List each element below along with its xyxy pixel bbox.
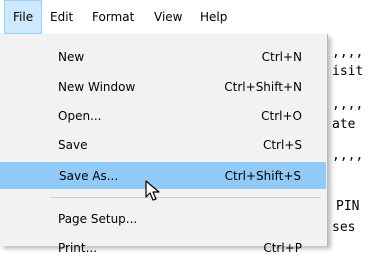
editor-line: ses [332, 220, 364, 235]
arrow-pointer-icon [145, 180, 160, 201]
menu-item-label: Save As... [59, 169, 119, 183]
menu-item-label: Open... [58, 109, 102, 123]
menu-item-shortcut: Ctrl+Shift+N [224, 80, 302, 94]
menu-item-label: Print... [58, 241, 98, 255]
menu-item-shortcut: Ctrl+O [261, 109, 302, 123]
menu-item-shortcut: Ctrl+N [261, 50, 302, 64]
menu-item-new-window[interactable]: New Window Ctrl+Shift+N [0, 74, 326, 101]
menu-help[interactable]: Help [192, 0, 235, 34]
menu-item-shortcut: Ctrl+S [262, 138, 302, 152]
menu-view[interactable]: View [146, 0, 190, 34]
menu-bar: File Edit Format View Help [0, 0, 374, 34]
menu-item-save[interactable]: Save Ctrl+S [0, 132, 326, 159]
menu-item-open[interactable]: Open... Ctrl+O [0, 103, 326, 130]
editor-line: ,,,, [332, 148, 364, 163]
menu-item-shortcut: Ctrl+Shift+S [224, 169, 301, 183]
file-menu-dropdown: New Ctrl+N New Window Ctrl+Shift+N Open.… [0, 34, 328, 255]
editor-line: ,,,, [332, 97, 364, 112]
menu-item-label: Save [58, 138, 88, 152]
menu-edit[interactable]: Edit [42, 0, 81, 34]
menu-item-label: New Window [58, 80, 136, 94]
menu-item-shortcut: Ctrl+P [263, 241, 302, 255]
editor-line: ,,,, [332, 45, 364, 60]
menu-format[interactable]: Format [84, 0, 142, 34]
editor-line: ate [332, 117, 364, 132]
menu-item-page-setup[interactable]: Page Setup... [0, 206, 326, 233]
menu-file[interactable]: File [4, 0, 43, 34]
menu-item-print[interactable]: Print... Ctrl+P [0, 235, 326, 262]
menu-item-label: Page Setup... [58, 212, 138, 226]
editor-line: isit [332, 64, 364, 79]
menu-item-new[interactable]: New Ctrl+N [0, 44, 326, 71]
menu-item-save-as[interactable]: Save As... Ctrl+Shift+S [0, 162, 326, 189]
editor-line: PIN [336, 199, 360, 214]
menu-item-label: New [58, 50, 85, 64]
menu-separator [50, 197, 321, 198]
